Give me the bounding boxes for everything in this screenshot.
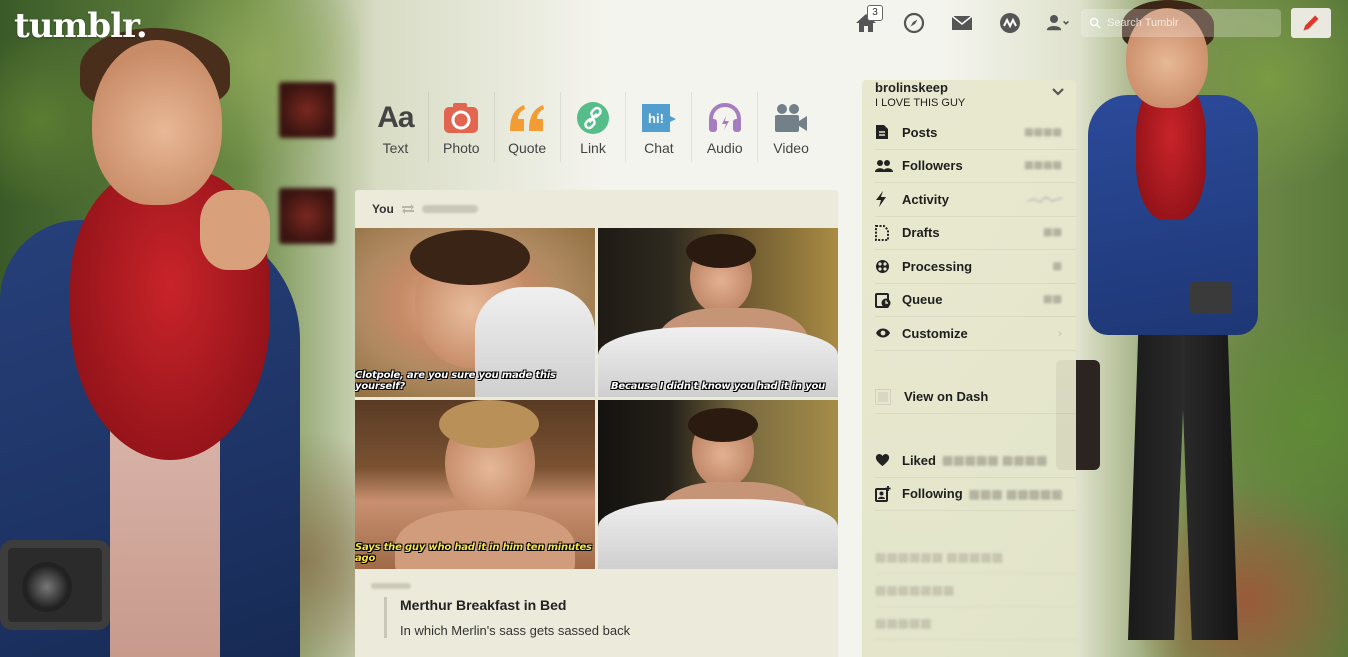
link-icon: [577, 102, 609, 134]
search-box[interactable]: [1081, 9, 1281, 37]
liked-count: ▩▩▩▩▩ ▩▩▩▩: [941, 453, 1048, 468]
post-type-video[interactable]: Video: [758, 92, 824, 162]
post-type-photo[interactable]: Photo: [429, 92, 495, 162]
quote-icon: [510, 105, 545, 131]
tumblr-logo[interactable]: tumblr.: [14, 6, 148, 46]
reblogged-from-name[interactable]: [421, 205, 478, 213]
pencil-icon: [1303, 15, 1319, 31]
sidebar-item-following[interactable]: Following ▩▩▩ ▩▩▩▩▩ ›: [875, 478, 1076, 511]
queue-icon: [875, 292, 891, 308]
sidebar-item-liked[interactable]: Liked ▩▩▩▩▩ ▩▩▩▩: [875, 444, 1076, 478]
user-dropdown-icon: [1046, 15, 1069, 31]
gif-caption: Because I didn't know you had it in you: [610, 381, 826, 392]
activity-sparkline: [1028, 196, 1062, 204]
posts-count: ▩▩▩▩: [1024, 126, 1062, 138]
gif-4[interactable]: [598, 400, 838, 569]
chevron-down-icon[interactable]: [1052, 88, 1064, 96]
sidebar-item-activity[interactable]: Activity: [875, 183, 1076, 217]
gif-caption: Says the guy who had it in him ten minut…: [355, 542, 592, 564]
followers-count: ▩▩▩▩: [1024, 160, 1062, 172]
gif-2[interactable]: Because I didn't know you had it in you: [598, 228, 838, 397]
compass-icon: [903, 12, 925, 34]
account-button[interactable]: [1034, 8, 1082, 38]
drafts-icon: [875, 224, 889, 241]
section-heading-account: [875, 428, 1076, 444]
processing-icon: [876, 259, 889, 273]
text-icon: Aa: [377, 101, 414, 134]
sidebar-item-followers[interactable]: Followers ▩▩▩▩: [875, 150, 1076, 183]
tracked-tag[interactable]: ▩▩▩▩▩▩ ▩▩▩▩▩: [875, 541, 1076, 574]
inbox-badge: 3: [867, 5, 883, 21]
followers-icon: [875, 159, 893, 172]
search-input[interactable]: [1107, 17, 1257, 29]
background-photo-right: [1048, 0, 1348, 657]
blog-title: I LOVE THIS GUY: [875, 97, 966, 109]
post-type-chat[interactable]: hi! Chat: [626, 92, 693, 162]
post-type-text[interactable]: Aa Text: [363, 92, 429, 162]
tracked-tag[interactable]: ▩▩▩▩▩▩▩: [875, 574, 1076, 607]
drafts-count: ▩▩: [1043, 227, 1062, 239]
quote-block: Merthur Breakfast in Bed In which Merlin…: [384, 597, 822, 638]
blog-sidebar: brolinskeep I LOVE THIS GUY Posts ▩▩▩▩ F…: [862, 80, 1076, 657]
headphones-icon: [708, 102, 741, 132]
section-heading-tracked-tags: [875, 525, 1076, 541]
following-icon: [875, 485, 891, 502]
sidebar-item-customize[interactable]: Customize ›: [875, 317, 1076, 351]
chevron-right-icon: ›: [1058, 326, 1062, 341]
posts-icon: [876, 125, 888, 140]
reblog-icon: [401, 204, 414, 214]
sidebar-item-queue[interactable]: Queue ▩▩: [875, 284, 1076, 317]
post-title: Merthur Breakfast in Bed: [400, 597, 567, 613]
post-body: Merthur Breakfast in Bed In which Merlin…: [355, 569, 838, 638]
chevron-right-icon: ›: [1058, 486, 1062, 501]
gif-photoset[interactable]: Clotpole, are you sure you made this you…: [355, 228, 838, 569]
following-count: ▩▩▩ ▩▩▩▩▩: [968, 486, 1063, 501]
queue-count: ▩▩: [1043, 294, 1062, 306]
processing-count: ▩: [1052, 260, 1062, 272]
post-avatar[interactable]: [279, 188, 335, 244]
gif-caption: Clotpole, are you sure you made this you…: [355, 370, 556, 392]
dashboard-post: You Clotpole, are you sure you made this…: [355, 190, 838, 657]
post-author-you[interactable]: You: [372, 202, 394, 216]
explore-button[interactable]: [890, 8, 938, 38]
svg-text:hi!: hi!: [648, 111, 664, 126]
sidebar-item-view-on-dash[interactable]: View on Dash: [875, 381, 1076, 414]
envelope-icon: [951, 15, 973, 30]
gif-1[interactable]: Clotpole, are you sure you made this you…: [355, 228, 595, 397]
post-source[interactable]: [371, 583, 411, 589]
eye-icon: [876, 328, 890, 338]
sidebar-item-posts[interactable]: Posts ▩▩▩▩: [875, 116, 1076, 150]
blog-avatar-icon: [875, 388, 891, 405]
activity-icon: [1000, 13, 1020, 33]
heart-icon: [875, 454, 890, 467]
section-heading-view-blogs: [875, 365, 1076, 381]
top-nav: 3: [842, 5, 1082, 38]
gif-3[interactable]: Says the guy who had it in him ten minut…: [355, 400, 595, 569]
blog-header[interactable]: brolinskeep I LOVE THIS GUY: [875, 80, 1076, 116]
user-avatar[interactable]: [279, 82, 335, 138]
camera-icon: [444, 103, 479, 133]
messages-button[interactable]: [938, 8, 986, 38]
search-icon: [1089, 17, 1101, 29]
post-text: In which Merlin's sass gets sassed back: [400, 623, 631, 638]
post-type-audio[interactable]: Audio: [692, 92, 759, 162]
post-type-link[interactable]: Link: [561, 92, 627, 162]
post-type-quote[interactable]: Quote: [495, 92, 561, 162]
sidebar-item-processing[interactable]: Processing ▩: [875, 250, 1076, 284]
blog-name[interactable]: brolinskeep: [875, 80, 1076, 95]
sidebar-item-drafts[interactable]: Drafts ▩▩: [875, 217, 1076, 250]
chat-icon: hi!: [641, 104, 676, 132]
home-button[interactable]: 3: [842, 5, 890, 38]
post-header: You: [355, 190, 838, 228]
post-composer: Aa Text Photo Quote Link hi! Chat Audio …: [355, 86, 838, 168]
activity-button[interactable]: [986, 8, 1034, 38]
lightning-icon: [876, 191, 886, 208]
compose-button[interactable]: [1291, 8, 1331, 38]
video-icon: [775, 104, 808, 132]
tracked-tag[interactable]: ▩▩▩▩▩: [875, 607, 1076, 640]
